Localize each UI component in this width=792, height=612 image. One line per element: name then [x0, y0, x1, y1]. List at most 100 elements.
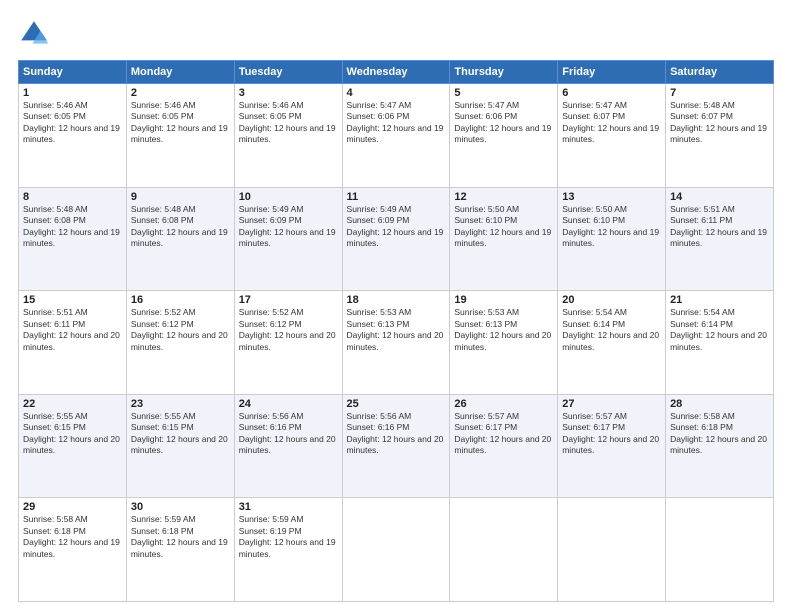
- day-info: Sunrise: 5:51 AMSunset: 6:11 PMDaylight:…: [23, 307, 122, 353]
- day-info: Sunrise: 5:58 AMSunset: 6:18 PMDaylight:…: [23, 514, 122, 560]
- day-info: Sunrise: 5:49 AMSunset: 6:09 PMDaylight:…: [239, 204, 338, 250]
- day-info: Sunrise: 5:54 AMSunset: 6:14 PMDaylight:…: [670, 307, 769, 353]
- calendar-week-1: 1Sunrise: 5:46 AMSunset: 6:05 PMDaylight…: [19, 84, 774, 188]
- day-number: 24: [239, 398, 338, 410]
- calendar-cell: 28Sunrise: 5:58 AMSunset: 6:18 PMDayligh…: [666, 394, 774, 498]
- day-info: Sunrise: 5:46 AMSunset: 6:05 PMDaylight:…: [239, 100, 338, 146]
- calendar-table: SundayMondayTuesdayWednesdayThursdayFrid…: [18, 60, 774, 602]
- day-info: Sunrise: 5:56 AMSunset: 6:16 PMDaylight:…: [347, 411, 446, 457]
- day-info: Sunrise: 5:50 AMSunset: 6:10 PMDaylight:…: [454, 204, 553, 250]
- day-number: 26: [454, 398, 553, 410]
- day-info: Sunrise: 5:57 AMSunset: 6:17 PMDaylight:…: [562, 411, 661, 457]
- day-info: Sunrise: 5:48 AMSunset: 6:08 PMDaylight:…: [23, 204, 122, 250]
- day-number: 2: [131, 87, 230, 99]
- day-header-thursday: Thursday: [450, 61, 558, 84]
- calendar-week-4: 22Sunrise: 5:55 AMSunset: 6:15 PMDayligh…: [19, 394, 774, 498]
- day-info: Sunrise: 5:51 AMSunset: 6:11 PMDaylight:…: [670, 204, 769, 250]
- day-number: 14: [670, 191, 769, 203]
- day-number: 19: [454, 294, 553, 306]
- day-number: 22: [23, 398, 122, 410]
- calendar-cell: 10Sunrise: 5:49 AMSunset: 6:09 PMDayligh…: [234, 187, 342, 291]
- day-info: Sunrise: 5:50 AMSunset: 6:10 PMDaylight:…: [562, 204, 661, 250]
- day-number: 21: [670, 294, 769, 306]
- calendar-cell: 30Sunrise: 5:59 AMSunset: 6:18 PMDayligh…: [126, 498, 234, 602]
- calendar-cell: 16Sunrise: 5:52 AMSunset: 6:12 PMDayligh…: [126, 291, 234, 395]
- day-header-sunday: Sunday: [19, 61, 127, 84]
- calendar-cell: 26Sunrise: 5:57 AMSunset: 6:17 PMDayligh…: [450, 394, 558, 498]
- calendar-cell: 31Sunrise: 5:59 AMSunset: 6:19 PMDayligh…: [234, 498, 342, 602]
- day-number: 31: [239, 501, 338, 513]
- day-info: Sunrise: 5:46 AMSunset: 6:05 PMDaylight:…: [23, 100, 122, 146]
- day-number: 4: [347, 87, 446, 99]
- day-info: Sunrise: 5:59 AMSunset: 6:19 PMDaylight:…: [239, 514, 338, 560]
- day-number: 25: [347, 398, 446, 410]
- calendar-cell: [342, 498, 450, 602]
- calendar-cell: 12Sunrise: 5:50 AMSunset: 6:10 PMDayligh…: [450, 187, 558, 291]
- calendar-cell: [666, 498, 774, 602]
- calendar-cell: 7Sunrise: 5:48 AMSunset: 6:07 PMDaylight…: [666, 84, 774, 188]
- calendar-cell: 13Sunrise: 5:50 AMSunset: 6:10 PMDayligh…: [558, 187, 666, 291]
- day-info: Sunrise: 5:58 AMSunset: 6:18 PMDaylight:…: [670, 411, 769, 457]
- calendar-cell: 24Sunrise: 5:56 AMSunset: 6:16 PMDayligh…: [234, 394, 342, 498]
- calendar-cell: 29Sunrise: 5:58 AMSunset: 6:18 PMDayligh…: [19, 498, 127, 602]
- day-info: Sunrise: 5:53 AMSunset: 6:13 PMDaylight:…: [454, 307, 553, 353]
- day-header-tuesday: Tuesday: [234, 61, 342, 84]
- calendar-cell: 17Sunrise: 5:52 AMSunset: 6:12 PMDayligh…: [234, 291, 342, 395]
- day-number: 28: [670, 398, 769, 410]
- calendar-cell: 11Sunrise: 5:49 AMSunset: 6:09 PMDayligh…: [342, 187, 450, 291]
- calendar-cell: 20Sunrise: 5:54 AMSunset: 6:14 PMDayligh…: [558, 291, 666, 395]
- calendar-cell: [558, 498, 666, 602]
- calendar-cell: 5Sunrise: 5:47 AMSunset: 6:06 PMDaylight…: [450, 84, 558, 188]
- logo-icon: [18, 18, 50, 50]
- calendar-week-5: 29Sunrise: 5:58 AMSunset: 6:18 PMDayligh…: [19, 498, 774, 602]
- day-number: 7: [670, 87, 769, 99]
- calendar-cell: 1Sunrise: 5:46 AMSunset: 6:05 PMDaylight…: [19, 84, 127, 188]
- header: [18, 18, 774, 50]
- day-number: 27: [562, 398, 661, 410]
- calendar-cell: [450, 498, 558, 602]
- day-info: Sunrise: 5:52 AMSunset: 6:12 PMDaylight:…: [131, 307, 230, 353]
- day-number: 16: [131, 294, 230, 306]
- day-info: Sunrise: 5:47 AMSunset: 6:07 PMDaylight:…: [562, 100, 661, 146]
- calendar-cell: 4Sunrise: 5:47 AMSunset: 6:06 PMDaylight…: [342, 84, 450, 188]
- day-info: Sunrise: 5:52 AMSunset: 6:12 PMDaylight:…: [239, 307, 338, 353]
- calendar-cell: 18Sunrise: 5:53 AMSunset: 6:13 PMDayligh…: [342, 291, 450, 395]
- day-info: Sunrise: 5:48 AMSunset: 6:07 PMDaylight:…: [670, 100, 769, 146]
- day-info: Sunrise: 5:53 AMSunset: 6:13 PMDaylight:…: [347, 307, 446, 353]
- day-info: Sunrise: 5:55 AMSunset: 6:15 PMDaylight:…: [23, 411, 122, 457]
- day-number: 12: [454, 191, 553, 203]
- day-number: 1: [23, 87, 122, 99]
- day-number: 8: [23, 191, 122, 203]
- day-number: 17: [239, 294, 338, 306]
- day-info: Sunrise: 5:56 AMSunset: 6:16 PMDaylight:…: [239, 411, 338, 457]
- calendar-week-2: 8Sunrise: 5:48 AMSunset: 6:08 PMDaylight…: [19, 187, 774, 291]
- day-info: Sunrise: 5:54 AMSunset: 6:14 PMDaylight:…: [562, 307, 661, 353]
- calendar-cell: 8Sunrise: 5:48 AMSunset: 6:08 PMDaylight…: [19, 187, 127, 291]
- calendar-cell: 9Sunrise: 5:48 AMSunset: 6:08 PMDaylight…: [126, 187, 234, 291]
- day-number: 13: [562, 191, 661, 203]
- day-info: Sunrise: 5:49 AMSunset: 6:09 PMDaylight:…: [347, 204, 446, 250]
- day-header-saturday: Saturday: [666, 61, 774, 84]
- day-number: 10: [239, 191, 338, 203]
- day-number: 15: [23, 294, 122, 306]
- calendar-cell: 19Sunrise: 5:53 AMSunset: 6:13 PMDayligh…: [450, 291, 558, 395]
- calendar-cell: 25Sunrise: 5:56 AMSunset: 6:16 PMDayligh…: [342, 394, 450, 498]
- calendar-cell: 6Sunrise: 5:47 AMSunset: 6:07 PMDaylight…: [558, 84, 666, 188]
- calendar-cell: 23Sunrise: 5:55 AMSunset: 6:15 PMDayligh…: [126, 394, 234, 498]
- day-header-friday: Friday: [558, 61, 666, 84]
- day-number: 6: [562, 87, 661, 99]
- day-info: Sunrise: 5:47 AMSunset: 6:06 PMDaylight:…: [347, 100, 446, 146]
- calendar-week-3: 15Sunrise: 5:51 AMSunset: 6:11 PMDayligh…: [19, 291, 774, 395]
- day-number: 9: [131, 191, 230, 203]
- day-info: Sunrise: 5:55 AMSunset: 6:15 PMDaylight:…: [131, 411, 230, 457]
- calendar-cell: 22Sunrise: 5:55 AMSunset: 6:15 PMDayligh…: [19, 394, 127, 498]
- calendar-cell: 2Sunrise: 5:46 AMSunset: 6:05 PMDaylight…: [126, 84, 234, 188]
- calendar-cell: 15Sunrise: 5:51 AMSunset: 6:11 PMDayligh…: [19, 291, 127, 395]
- day-number: 3: [239, 87, 338, 99]
- day-number: 30: [131, 501, 230, 513]
- day-info: Sunrise: 5:47 AMSunset: 6:06 PMDaylight:…: [454, 100, 553, 146]
- day-info: Sunrise: 5:59 AMSunset: 6:18 PMDaylight:…: [131, 514, 230, 560]
- logo: [18, 18, 56, 50]
- day-info: Sunrise: 5:46 AMSunset: 6:05 PMDaylight:…: [131, 100, 230, 146]
- calendar-cell: 27Sunrise: 5:57 AMSunset: 6:17 PMDayligh…: [558, 394, 666, 498]
